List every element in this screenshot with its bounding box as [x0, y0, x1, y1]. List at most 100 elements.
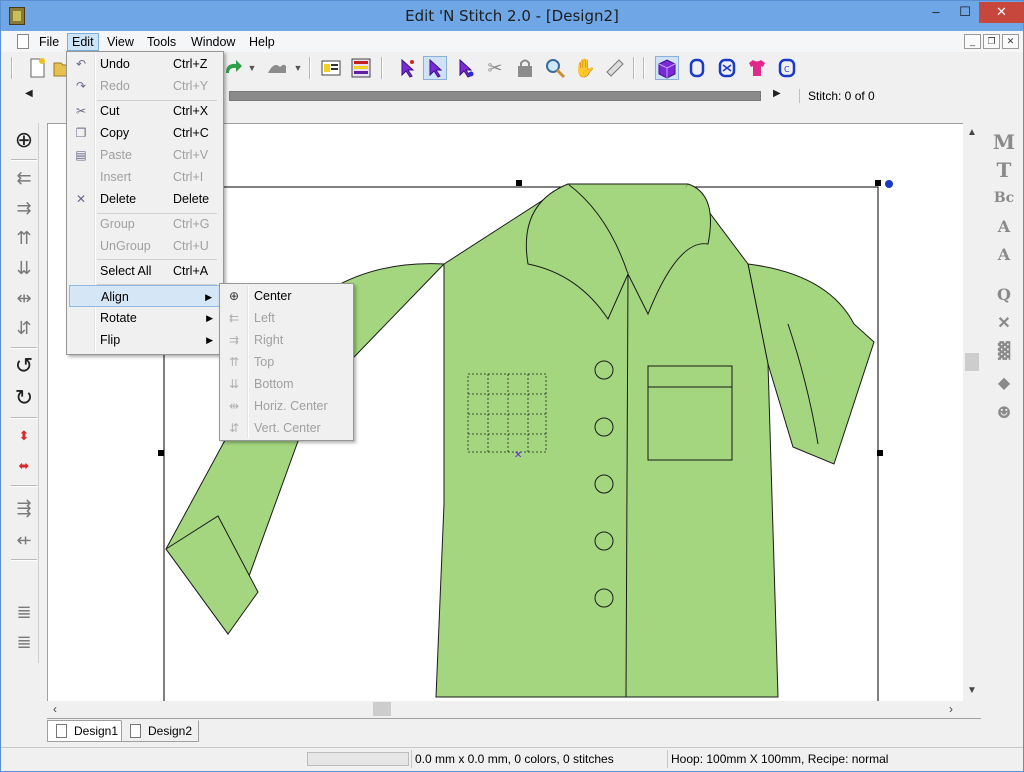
menu-item-shortcut: Ctrl+G [173, 217, 210, 231]
align-bottom-item[interactable]: ⇊ Bottom [222, 373, 351, 395]
undo-icon: ↶ [75, 57, 87, 71]
menu-window[interactable]: Window [187, 33, 239, 51]
text-tool-icon[interactable]: T [991, 157, 1017, 183]
menu-item-rotate[interactable]: Rotate ▶ [69, 307, 221, 329]
scroll-up-icon[interactable]: ▲ [967, 127, 977, 138]
vertical-scroll-thumb[interactable] [965, 353, 979, 371]
redo-arrow-icon[interactable] [221, 56, 245, 80]
menu-item-delete[interactable]: ✕ Delete Delete [69, 188, 221, 210]
stitch-counter: Stitch: 0 of 0 [799, 89, 875, 103]
menu-item-insert[interactable]: Insert Ctrl+I [69, 166, 221, 188]
scroll-right-icon[interactable]: › [949, 702, 953, 716]
wave-dropdown-icon[interactable]: ▼ [291, 56, 305, 80]
menu-item-flip[interactable]: Flip ▶ [69, 329, 221, 351]
scroll-down-icon[interactable]: ▼ [967, 685, 977, 696]
vert-center-tool-icon[interactable]: ⇵ [11, 315, 37, 341]
align-top-tool-icon[interactable]: ⇈ [11, 225, 37, 251]
mdi-minimize-button[interactable]: _ [964, 34, 981, 49]
select-star-icon[interactable] [395, 56, 419, 80]
resize-handle-left[interactable] [158, 450, 164, 456]
menu-tools[interactable]: Tools [143, 33, 180, 51]
horiz-center-tool-icon[interactable]: ⇹ [11, 285, 37, 311]
stitch-wave-icon[interactable] [265, 56, 289, 80]
ruler-icon[interactable] [603, 56, 627, 80]
menu-edit[interactable]: Edit [67, 33, 99, 51]
mdi-close-button[interactable]: ✕ [1002, 34, 1019, 49]
tab-design1[interactable]: Design1 [47, 720, 126, 742]
menu-item-copy[interactable]: ❐ Copy Ctrl+C [69, 122, 221, 144]
vertical-scrollbar[interactable]: ▲ ▼ [963, 123, 981, 701]
stitch-order-icon[interactable]: ≣ [11, 599, 37, 625]
cross-stitch-icon[interactable]: ✕ [991, 309, 1017, 335]
applique-icon[interactable]: Q [991, 281, 1017, 307]
minimize-button[interactable]: – [921, 2, 951, 23]
monogram-icon[interactable]: M [991, 129, 1017, 155]
align-right-tool-icon[interactable]: ⇉ [11, 195, 37, 221]
mdi-restore-button[interactable]: ❐ [983, 34, 1000, 49]
text-style-icon[interactable]: Bc [991, 185, 1017, 211]
align-vert-center-item[interactable]: ⇵ Vert. Center [222, 417, 351, 439]
menu-item-cut[interactable]: ✂ Cut Ctrl+X [69, 100, 221, 122]
zoom-icon[interactable] [543, 56, 567, 80]
hoop-c-icon[interactable]: C [775, 56, 799, 80]
stitch-sequence-icon[interactable]: ≣ [11, 629, 37, 655]
menu-view[interactable]: View [103, 33, 138, 51]
align-horiz-center-item[interactable]: ⇹ Horiz. Center [222, 395, 351, 417]
horizontal-scroll-thumb[interactable] [373, 702, 391, 716]
move-backward-icon[interactable]: ⇷ [11, 527, 37, 553]
menu-item-align[interactable]: Align ▶ [69, 285, 221, 307]
resize-handle-right[interactable] [877, 450, 883, 456]
tab-design2[interactable]: Design2 [121, 720, 200, 742]
menu-item-ungroup[interactable]: UnGroup Ctrl+U [69, 235, 221, 257]
rotate-left-icon[interactable]: ↺ [11, 353, 37, 379]
shapes-icon[interactable]: ◆ [991, 369, 1017, 395]
close-button[interactable]: ✕ [979, 2, 1024, 23]
resize-handle-top[interactable] [516, 180, 522, 186]
menu-help[interactable]: Help [245, 33, 279, 51]
menu-item-select-all[interactable]: Select All Ctrl+A [69, 260, 221, 282]
menu-item-redo[interactable]: ↷ Redo Ctrl+Y [69, 75, 221, 97]
stitch-forward-icon[interactable]: ▶ [773, 88, 781, 99]
toolbar-separator [633, 57, 635, 79]
rotate-handle[interactable] [885, 180, 893, 188]
arch-text-icon[interactable]: A [991, 213, 1017, 239]
scissors-tool-icon[interactable]: ✂ [483, 56, 507, 80]
document-icon[interactable] [17, 34, 29, 49]
stitch-back-icon[interactable]: ◀ [25, 88, 33, 99]
3d-view-icon[interactable] [655, 56, 679, 80]
lock-icon[interactable] [513, 56, 537, 80]
align-top-item[interactable]: ⇈ Top [222, 351, 351, 373]
palette-icon[interactable] [319, 56, 343, 80]
center-tool-icon[interactable]: ⊕ [11, 127, 37, 153]
flip-vertical-icon[interactable]: ⬍ [11, 423, 37, 449]
menu-item-undo[interactable]: ↶ Undo Ctrl+Z [69, 53, 221, 75]
align-right-item[interactable]: ⇉ Right [222, 329, 351, 351]
move-forward-icon[interactable]: ⇶ [11, 495, 37, 521]
shirt-icon[interactable] [745, 56, 769, 80]
hoop-icon[interactable] [685, 56, 709, 80]
rotate-right-icon[interactable]: ↻ [11, 385, 37, 411]
stitch-slider[interactable] [229, 91, 761, 101]
redo-dropdown-icon[interactable]: ▼ [245, 56, 259, 80]
align-bottom-tool-icon[interactable]: ⇊ [11, 255, 37, 281]
align-center-item[interactable]: ⊕ Center [222, 285, 351, 307]
clipart-icon[interactable]: ☻ [991, 399, 1017, 425]
wave-text-icon[interactable]: A [991, 241, 1017, 267]
fill-stitch-icon[interactable]: ▓ [991, 337, 1017, 363]
menu-file[interactable]: File [35, 33, 63, 51]
pan-hand-icon[interactable]: ✋ [573, 56, 597, 80]
color-list-icon[interactable] [349, 56, 373, 80]
align-left-item[interactable]: ⇇ Left [222, 307, 351, 329]
menu-item-group[interactable]: Group Ctrl+G [69, 213, 221, 235]
new-file-icon[interactable] [25, 56, 49, 80]
scroll-left-icon[interactable]: ‹ [53, 702, 57, 716]
maximize-button[interactable]: ☐ [951, 2, 979, 23]
resize-handle-top-right[interactable] [875, 180, 881, 186]
align-left-tool-icon[interactable]: ⇇ [11, 165, 37, 191]
menu-item-paste[interactable]: ▤ Paste Ctrl+V [69, 144, 221, 166]
pointer-select-icon[interactable] [423, 56, 447, 80]
hoop-grid-icon[interactable] [715, 56, 739, 80]
flip-horizontal-icon[interactable]: ⬌ [11, 453, 37, 479]
horizontal-scrollbar[interactable]: ‹ › [47, 701, 963, 718]
node-edit-icon[interactable] [453, 56, 477, 80]
